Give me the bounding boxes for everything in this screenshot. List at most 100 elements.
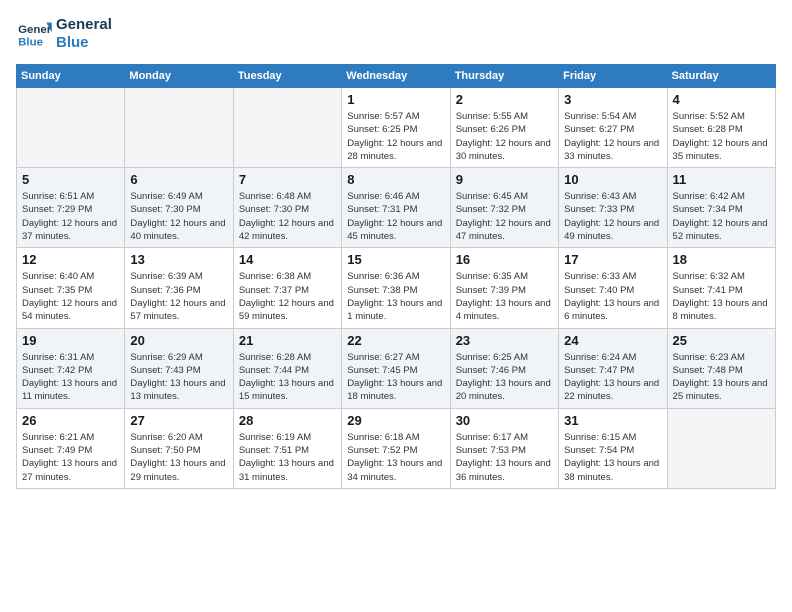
day-info: Sunrise: 6:18 AMSunset: 7:52 PMDaylight:…	[347, 431, 444, 484]
col-header-wednesday: Wednesday	[342, 65, 450, 88]
calendar-cell: 31 Sunrise: 6:15 AMSunset: 7:54 PMDayligh…	[559, 408, 667, 488]
calendar-cell	[233, 88, 341, 168]
calendar-cell: 7 Sunrise: 6:48 AMSunset: 7:30 PMDaylight…	[233, 168, 341, 248]
day-number: 28	[239, 413, 336, 428]
day-info: Sunrise: 5:54 AMSunset: 6:27 PMDaylight:…	[564, 110, 661, 163]
day-number: 22	[347, 333, 444, 348]
col-header-tuesday: Tuesday	[233, 65, 341, 88]
day-info: Sunrise: 6:15 AMSunset: 7:54 PMDaylight:…	[564, 431, 661, 484]
day-info: Sunrise: 6:46 AMSunset: 7:31 PMDaylight:…	[347, 190, 444, 243]
day-info: Sunrise: 6:39 AMSunset: 7:36 PMDaylight:…	[130, 270, 227, 323]
day-number: 16	[456, 252, 553, 267]
day-number: 18	[673, 252, 770, 267]
calendar-cell	[667, 408, 775, 488]
day-info: Sunrise: 6:48 AMSunset: 7:30 PMDaylight:…	[239, 190, 336, 243]
day-info: Sunrise: 6:17 AMSunset: 7:53 PMDaylight:…	[456, 431, 553, 484]
day-number: 7	[239, 172, 336, 187]
day-number: 30	[456, 413, 553, 428]
calendar-cell: 22 Sunrise: 6:27 AMSunset: 7:45 PMDayligh…	[342, 328, 450, 408]
calendar-week-row: 1 Sunrise: 5:57 AMSunset: 6:25 PMDaylight…	[17, 88, 776, 168]
calendar-cell: 20 Sunrise: 6:29 AMSunset: 7:43 PMDayligh…	[125, 328, 233, 408]
day-info: Sunrise: 6:31 AMSunset: 7:42 PMDaylight:…	[22, 351, 119, 404]
calendar-cell: 15 Sunrise: 6:36 AMSunset: 7:38 PMDayligh…	[342, 248, 450, 328]
day-number: 10	[564, 172, 661, 187]
day-info: Sunrise: 6:51 AMSunset: 7:29 PMDaylight:…	[22, 190, 119, 243]
svg-text:Blue: Blue	[18, 36, 43, 48]
col-header-sunday: Sunday	[17, 65, 125, 88]
day-info: Sunrise: 6:32 AMSunset: 7:41 PMDaylight:…	[673, 270, 770, 323]
logo-text-line1: General	[56, 16, 112, 34]
calendar-cell: 23Sunrise: 6:25 AMSunset: 7:46 PMDayligh…	[450, 328, 558, 408]
day-number: 13	[130, 252, 227, 267]
svg-text:General: General	[18, 24, 52, 36]
calendar-week-row: 19Sunrise: 6:31 AMSunset: 7:42 PMDayligh…	[17, 328, 776, 408]
calendar-cell: 27 Sunrise: 6:20 AMSunset: 7:50 PMDayligh…	[125, 408, 233, 488]
day-info: Sunrise: 5:55 AMSunset: 6:26 PMDaylight:…	[456, 110, 553, 163]
day-number: 25	[673, 333, 770, 348]
day-number: 31	[564, 413, 661, 428]
calendar-week-row: 26 Sunrise: 6:21 AMSunset: 7:49 PMDayligh…	[17, 408, 776, 488]
day-number: 21	[239, 333, 336, 348]
day-info: Sunrise: 5:57 AMSunset: 6:25 PMDaylight:…	[347, 110, 444, 163]
day-info: Sunrise: 6:45 AMSunset: 7:32 PMDaylight:…	[456, 190, 553, 243]
calendar-cell: 9 Sunrise: 6:45 AMSunset: 7:32 PMDaylight…	[450, 168, 558, 248]
day-number: 11	[673, 172, 770, 187]
day-number: 6	[130, 172, 227, 187]
calendar-week-row: 5 Sunrise: 6:51 AMSunset: 7:29 PMDaylight…	[17, 168, 776, 248]
calendar-cell: 19Sunrise: 6:31 AMSunset: 7:42 PMDayligh…	[17, 328, 125, 408]
day-info: Sunrise: 6:35 AMSunset: 7:39 PMDaylight:…	[456, 270, 553, 323]
day-info: Sunrise: 5:52 AMSunset: 6:28 PMDaylight:…	[673, 110, 770, 163]
day-number: 27	[130, 413, 227, 428]
day-number: 8	[347, 172, 444, 187]
day-number: 1	[347, 92, 444, 107]
day-info: Sunrise: 6:28 AMSunset: 7:44 PMDaylight:…	[239, 351, 336, 404]
calendar-cell: 12 Sunrise: 6:40 AMSunset: 7:35 PMDayligh…	[17, 248, 125, 328]
day-info: Sunrise: 6:24 AMSunset: 7:47 PMDaylight:…	[564, 351, 661, 404]
day-info: Sunrise: 6:40 AMSunset: 7:35 PMDaylight:…	[22, 270, 119, 323]
day-info: Sunrise: 6:27 AMSunset: 7:45 PMDaylight:…	[347, 351, 444, 404]
calendar-cell: 11 Sunrise: 6:42 AMSunset: 7:34 PMDayligh…	[667, 168, 775, 248]
day-number: 9	[456, 172, 553, 187]
day-number: 4	[673, 92, 770, 107]
calendar-cell: 6 Sunrise: 6:49 AMSunset: 7:30 PMDaylight…	[125, 168, 233, 248]
calendar-cell: 24 Sunrise: 6:24 AMSunset: 7:47 PMDayligh…	[559, 328, 667, 408]
col-header-thursday: Thursday	[450, 65, 558, 88]
day-info: Sunrise: 6:43 AMSunset: 7:33 PMDaylight:…	[564, 190, 661, 243]
day-number: 17	[564, 252, 661, 267]
day-info: Sunrise: 6:42 AMSunset: 7:34 PMDaylight:…	[673, 190, 770, 243]
day-number: 20	[130, 333, 227, 348]
day-number: 24	[564, 333, 661, 348]
day-info: Sunrise: 6:33 AMSunset: 7:40 PMDaylight:…	[564, 270, 661, 323]
day-number: 29	[347, 413, 444, 428]
day-info: Sunrise: 6:21 AMSunset: 7:49 PMDaylight:…	[22, 431, 119, 484]
day-info: Sunrise: 6:25 AMSunset: 7:46 PMDaylight:…	[456, 351, 553, 404]
calendar-cell: 17 Sunrise: 6:33 AMSunset: 7:40 PMDayligh…	[559, 248, 667, 328]
logo-icon: General Blue	[16, 19, 52, 49]
day-info: Sunrise: 6:20 AMSunset: 7:50 PMDaylight:…	[130, 431, 227, 484]
calendar-week-row: 12 Sunrise: 6:40 AMSunset: 7:35 PMDayligh…	[17, 248, 776, 328]
day-number: 12	[22, 252, 119, 267]
calendar-cell: 2 Sunrise: 5:55 AMSunset: 6:26 PMDaylight…	[450, 88, 558, 168]
calendar-cell: 5 Sunrise: 6:51 AMSunset: 7:29 PMDaylight…	[17, 168, 125, 248]
col-header-friday: Friday	[559, 65, 667, 88]
calendar-cell: 18 Sunrise: 6:32 AMSunset: 7:41 PMDayligh…	[667, 248, 775, 328]
calendar-cell: 25 Sunrise: 6:23 AMSunset: 7:48 PMDayligh…	[667, 328, 775, 408]
calendar-cell: 3Sunrise: 5:54 AMSunset: 6:27 PMDaylight…	[559, 88, 667, 168]
day-number: 14	[239, 252, 336, 267]
day-info: Sunrise: 6:19 AMSunset: 7:51 PMDaylight:…	[239, 431, 336, 484]
calendar-header-row: SundayMondayTuesdayWednesdayThursdayFrid…	[17, 65, 776, 88]
logo-text-line2: Blue	[56, 34, 112, 52]
logo: General Blue General Blue	[16, 16, 112, 52]
calendar-cell: 4 Sunrise: 5:52 AMSunset: 6:28 PMDaylight…	[667, 88, 775, 168]
calendar-cell: 14Sunrise: 6:38 AMSunset: 7:37 PMDayligh…	[233, 248, 341, 328]
calendar-cell: 21 Sunrise: 6:28 AMSunset: 7:44 PMDayligh…	[233, 328, 341, 408]
day-number: 15	[347, 252, 444, 267]
day-number: 2	[456, 92, 553, 107]
day-number: 5	[22, 172, 119, 187]
day-info: Sunrise: 6:36 AMSunset: 7:38 PMDaylight:…	[347, 270, 444, 323]
day-info: Sunrise: 6:23 AMSunset: 7:48 PMDaylight:…	[673, 351, 770, 404]
day-info: Sunrise: 6:29 AMSunset: 7:43 PMDaylight:…	[130, 351, 227, 404]
day-info: Sunrise: 6:49 AMSunset: 7:30 PMDaylight:…	[130, 190, 227, 243]
calendar-cell	[17, 88, 125, 168]
day-number: 26	[22, 413, 119, 428]
